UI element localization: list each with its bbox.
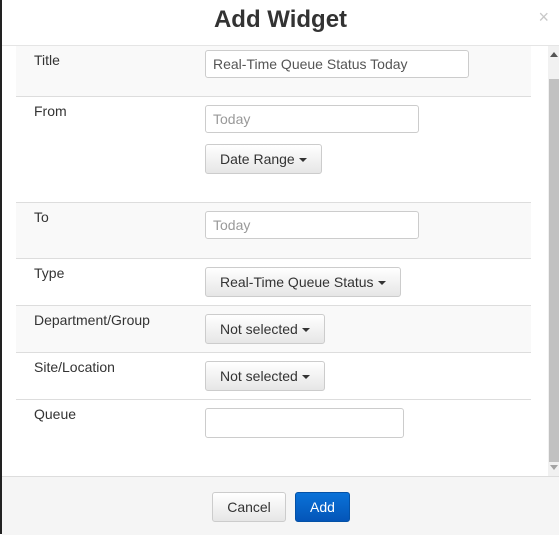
form-row-site: Site/Location Not selected bbox=[16, 353, 531, 400]
close-icon[interactable]: × bbox=[538, 8, 549, 26]
scroll-down-arrow-icon[interactable] bbox=[550, 465, 558, 470]
caret-down-icon bbox=[298, 158, 307, 163]
scroll-up-arrow-icon[interactable] bbox=[550, 52, 558, 57]
site-dropdown[interactable]: Not selected bbox=[205, 361, 325, 391]
title-input[interactable]: Real-Time Queue Status Today bbox=[205, 50, 469, 78]
caret-down-icon bbox=[377, 281, 386, 286]
department-dropdown[interactable]: Not selected bbox=[205, 314, 325, 344]
date-range-label: Date Range bbox=[220, 151, 295, 167]
dialog-footer: Cancel Add bbox=[2, 476, 559, 535]
type-selected: Real-Time Queue Status bbox=[220, 274, 374, 290]
from-label: From bbox=[34, 103, 67, 119]
type-dropdown[interactable]: Real-Time Queue Status bbox=[205, 267, 401, 297]
to-label: To bbox=[34, 209, 49, 225]
form-row-to: To Today bbox=[16, 203, 531, 259]
caret-down-icon bbox=[301, 375, 310, 380]
form-row-from: From Today Date Range Dynamic mode bbox=[16, 97, 531, 243]
dialog-title: Add Widget bbox=[213, 6, 348, 33]
type-label: Type bbox=[34, 265, 65, 281]
department-label: Department/Group bbox=[34, 312, 150, 328]
add-button[interactable]: Add bbox=[295, 492, 350, 522]
queue-label: Queue bbox=[34, 406, 77, 422]
site-selected: Not selected bbox=[220, 368, 298, 384]
form-row-title: Title Real-Time Queue Status Today bbox=[16, 46, 531, 97]
form-row-type: Type Real-Time Queue Status bbox=[16, 259, 531, 306]
dialog-body: Title Real-Time Queue Status Today From … bbox=[2, 46, 548, 476]
department-selected: Not selected bbox=[220, 321, 298, 337]
queue-input[interactable] bbox=[205, 408, 404, 438]
from-date-input[interactable]: Today bbox=[205, 105, 419, 133]
cancel-button[interactable]: Cancel bbox=[212, 492, 286, 522]
date-range-dropdown[interactable]: Date Range bbox=[205, 144, 322, 174]
to-date-input[interactable]: Today bbox=[205, 211, 419, 239]
site-label: Site/Location bbox=[34, 359, 115, 375]
form-row-queue: Queue bbox=[16, 400, 531, 460]
scrollbar-thumb[interactable] bbox=[549, 79, 559, 462]
dialog-header: Add Widget × bbox=[2, 0, 559, 46]
caret-down-icon bbox=[301, 328, 310, 333]
scrollbar[interactable] bbox=[548, 46, 559, 476]
title-label: Title bbox=[34, 52, 60, 68]
form-row-department: Department/Group Not selected bbox=[16, 306, 531, 353]
